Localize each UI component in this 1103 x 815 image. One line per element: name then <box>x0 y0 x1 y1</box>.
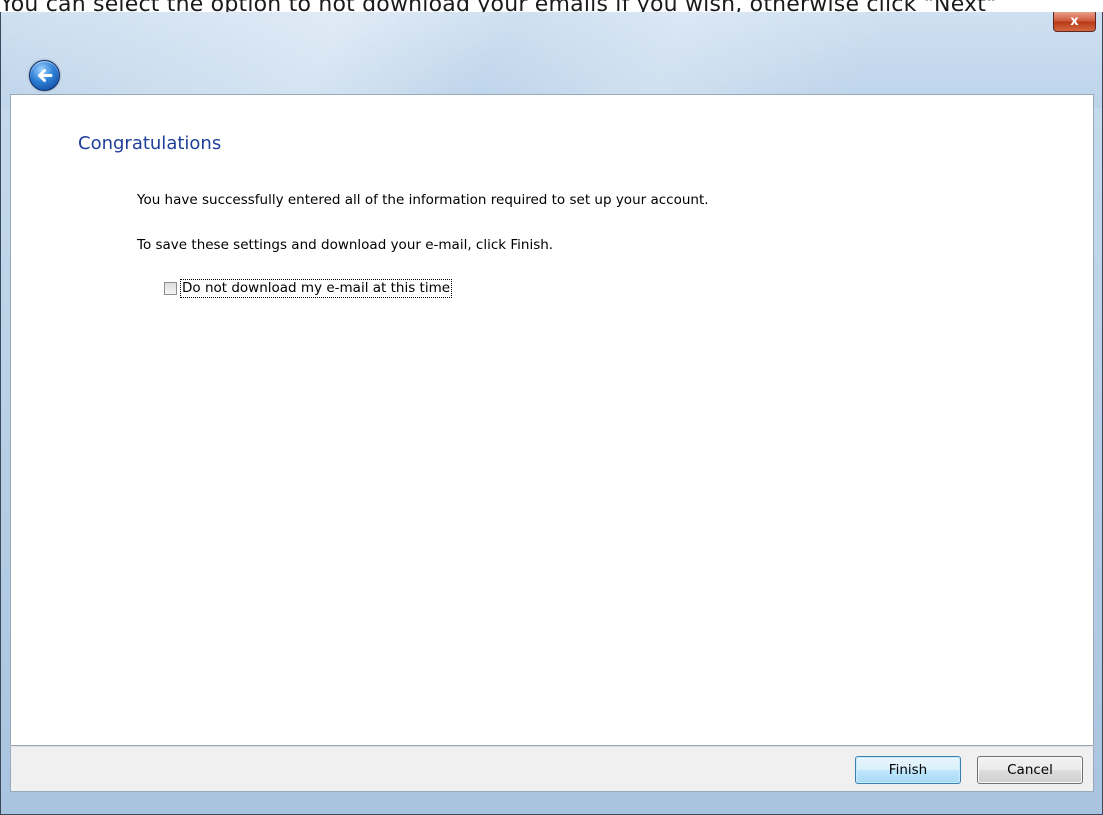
finish-button[interactable]: Finish <box>855 756 961 784</box>
back-button[interactable] <box>29 60 60 91</box>
do-not-download-label[interactable]: Do not download my e-mail at this time <box>180 279 453 298</box>
success-message: You have successfully entered all of the… <box>137 192 709 208</box>
back-arrow-icon <box>38 69 53 82</box>
button-bar: Finish Cancel <box>10 746 1094 792</box>
wizard-content-panel: Congratulations You have successfully en… <box>10 94 1094 746</box>
instruction-message: To save these settings and download your… <box>137 237 554 253</box>
close-icon: x <box>1070 14 1079 29</box>
close-button[interactable]: x <box>1053 12 1096 32</box>
do-not-download-option[interactable]: Do not download my e-mail at this time <box>164 279 453 298</box>
page-title: Congratulations <box>78 133 222 154</box>
do-not-download-checkbox[interactable] <box>164 282 177 295</box>
cancel-button[interactable]: Cancel <box>977 756 1083 784</box>
